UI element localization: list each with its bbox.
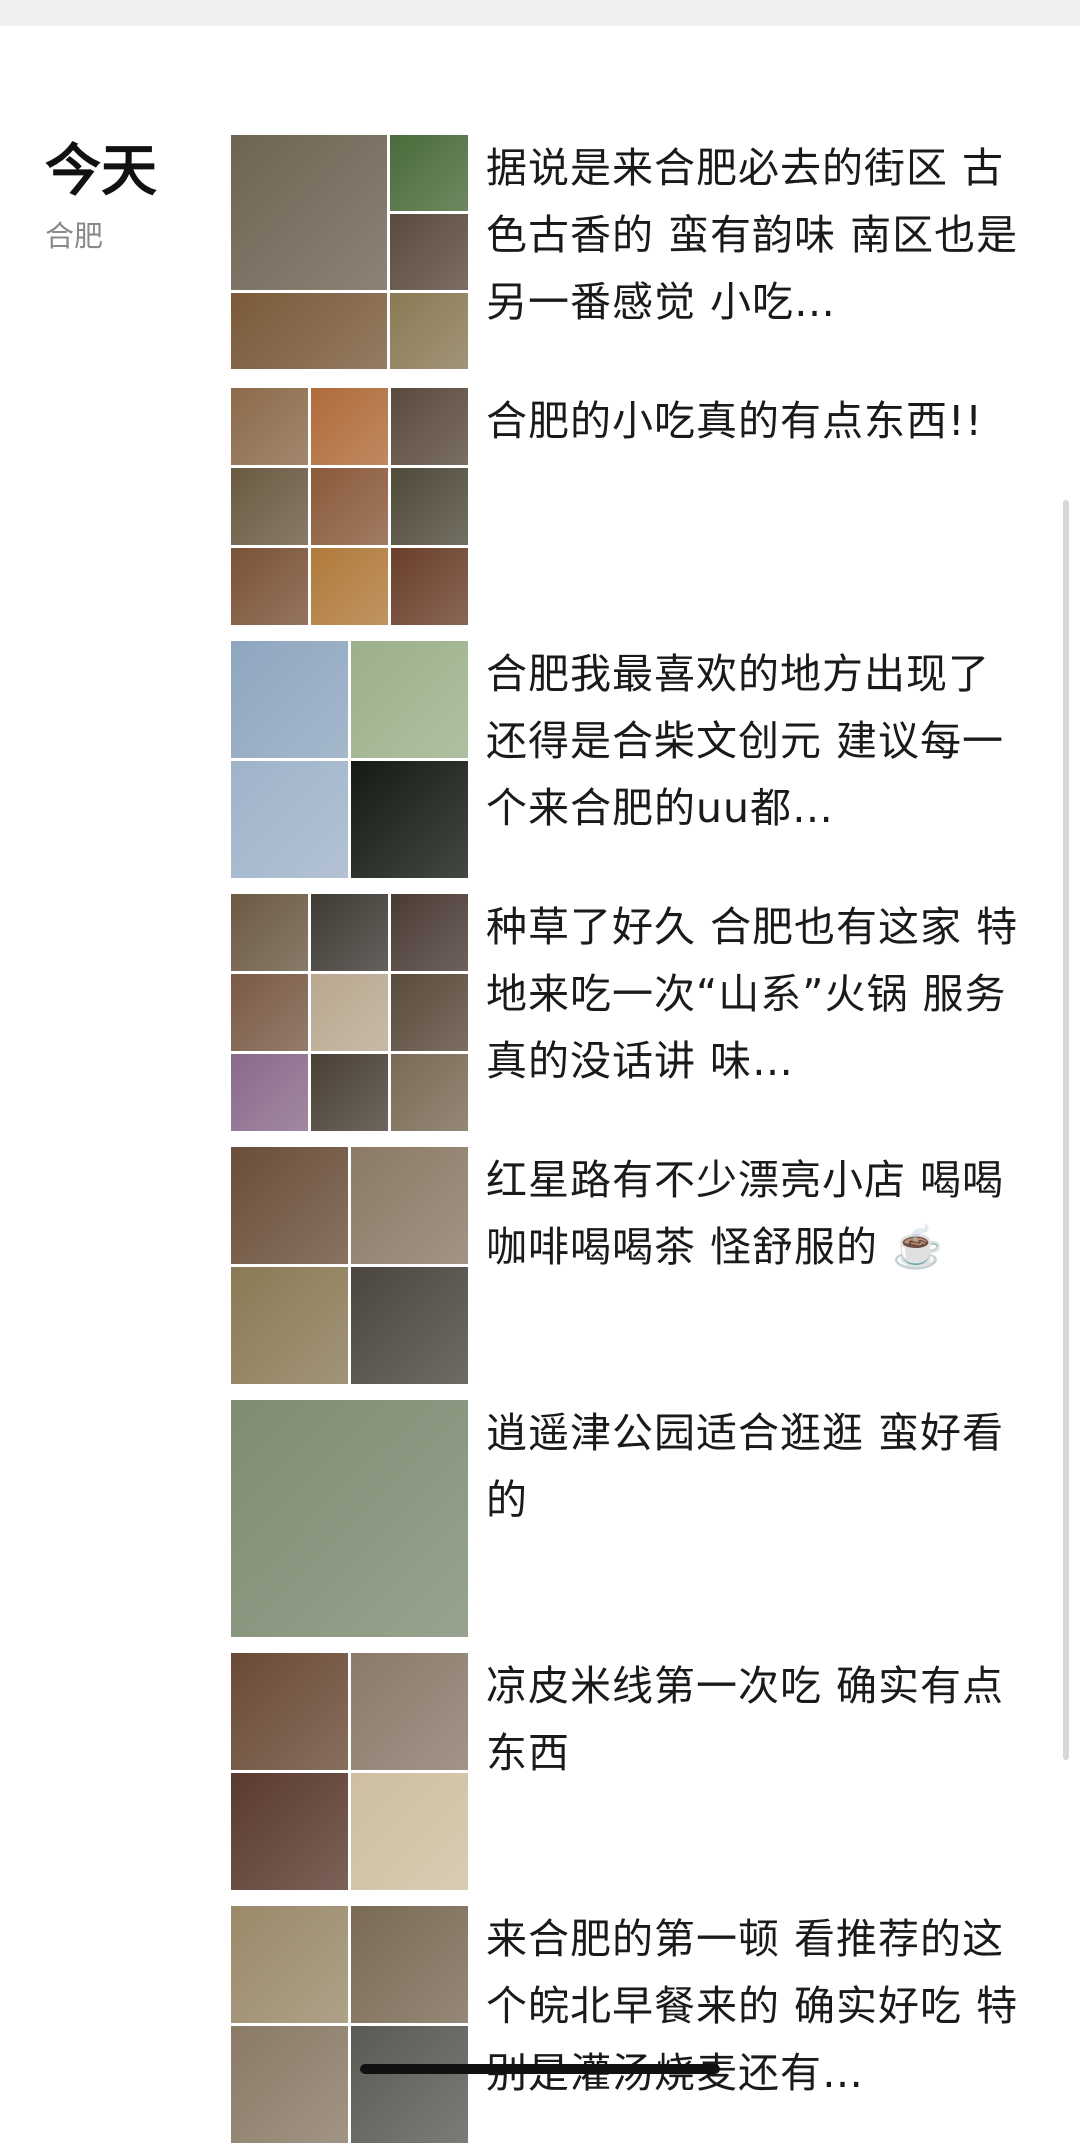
post-item[interactable]: 凉皮米线第一次吃 确实有点东西 xyxy=(231,1653,1031,1891)
post-photo xyxy=(231,641,348,758)
post-photo xyxy=(351,1147,468,1264)
post-photo xyxy=(391,388,468,465)
post-photo xyxy=(391,974,468,1051)
post-item[interactable]: 种草了好久 合肥也有这家 特地来吃一次“山系”火锅 服务真的没话讲 味… xyxy=(231,894,1031,1132)
post-photo xyxy=(231,388,308,465)
date-title: 今天 xyxy=(45,139,157,204)
post-photo xyxy=(231,2026,348,2143)
post-item[interactable]: 红星路有不少漂亮小店 喝喝咖啡喝喝茶 怪舒服的 ☕️ xyxy=(231,1147,1031,1385)
post-photo xyxy=(231,1267,348,1384)
post-text: 据说是来合肥必去的街区 古色古香的 蛮有韵味 南区也是另一番感觉 小吃… xyxy=(486,144,1019,326)
post-thumbnail-grid[interactable] xyxy=(231,894,468,1131)
post-photo xyxy=(311,894,388,971)
post-item[interactable]: 合肥我最喜欢的地方出现了 还得是合柴文创元 建议每一个来合肥的uu都… xyxy=(231,641,1031,879)
post-thumbnail-grid[interactable] xyxy=(231,1400,468,1637)
post-photo xyxy=(351,1267,468,1384)
post-photo xyxy=(231,1653,348,1770)
home-indicator[interactable] xyxy=(360,2064,720,2074)
post-thumbnail-grid[interactable] xyxy=(231,1653,468,1890)
post-photo xyxy=(231,1147,348,1264)
post-photo xyxy=(231,761,348,878)
post-photo xyxy=(311,974,388,1051)
post-thumbnail-grid[interactable] xyxy=(231,388,468,625)
location-label: 合肥 xyxy=(45,219,104,253)
post-photo xyxy=(390,135,468,211)
post-photo xyxy=(231,135,387,290)
status-bar xyxy=(0,0,1080,26)
post-photo xyxy=(311,388,388,465)
post-photo xyxy=(231,894,308,971)
post-photo xyxy=(351,2026,468,2143)
post-thumbnail-grid[interactable] xyxy=(231,1906,468,2143)
post-photo xyxy=(231,974,308,1051)
post-item[interactable]: 逍遥津公园适合逛逛 蛮好看的 xyxy=(231,1400,1031,1638)
post-photo xyxy=(231,468,308,545)
post-photo xyxy=(391,894,468,971)
post-photo xyxy=(311,1054,388,1131)
post-photo xyxy=(351,761,468,878)
post-photo xyxy=(390,293,468,369)
post-thumbnail-grid[interactable] xyxy=(231,135,468,372)
post-photo xyxy=(351,1773,468,1890)
post-photo xyxy=(311,468,388,545)
post-photo xyxy=(231,293,387,369)
date-header: 今天 合肥 xyxy=(45,140,157,254)
post-photo xyxy=(390,214,468,290)
post-photo xyxy=(231,1400,468,1637)
post-photo xyxy=(351,1653,468,1770)
post-photo xyxy=(311,548,388,625)
post-text: 红星路有不少漂亮小店 喝喝咖啡喝喝茶 怪舒服的 ☕️ xyxy=(486,1156,1005,1271)
post-thumbnail-grid[interactable] xyxy=(231,1147,468,1384)
post-photo xyxy=(231,548,308,625)
post-text: 凉皮米线第一次吃 确实有点东西 xyxy=(486,1662,1005,1777)
post-item[interactable]: 来合肥的第一顿 看推荐的这个皖北早餐来的 确实好吃 特别是灌汤烧麦还有… xyxy=(231,1906,1031,2144)
post-photo xyxy=(231,1773,348,1890)
post-text: 合肥我最喜欢的地方出现了 还得是合柴文创元 建议每一个来合肥的uu都… xyxy=(486,650,1005,832)
post-thumbnail-grid[interactable] xyxy=(231,641,468,878)
post-text: 来合肥的第一顿 看推荐的这个皖北早餐来的 确实好吃 特别是灌汤烧麦还有… xyxy=(486,1915,1019,2097)
post-text: 合肥的小吃真的有点东西!! xyxy=(486,397,983,445)
post-photo xyxy=(391,548,468,625)
post-photo xyxy=(391,1054,468,1131)
post-photo xyxy=(231,1906,348,2023)
post-text: 逍遥津公园适合逛逛 蛮好看的 xyxy=(486,1409,1005,1524)
scrollbar[interactable] xyxy=(1063,500,1069,1760)
post-item[interactable]: 合肥的小吃真的有点东西!! xyxy=(231,388,1031,626)
post-photo xyxy=(351,641,468,758)
post-item[interactable]: 据说是来合肥必去的街区 古色古香的 蛮有韵味 南区也是另一番感觉 小吃… xyxy=(231,135,1031,373)
post-photo xyxy=(231,1054,308,1131)
post-text: 种草了好久 合肥也有这家 特地来吃一次“山系”火锅 服务真的没话讲 味… xyxy=(486,903,1019,1085)
post-photo xyxy=(351,1906,468,2023)
post-photo xyxy=(391,468,468,545)
